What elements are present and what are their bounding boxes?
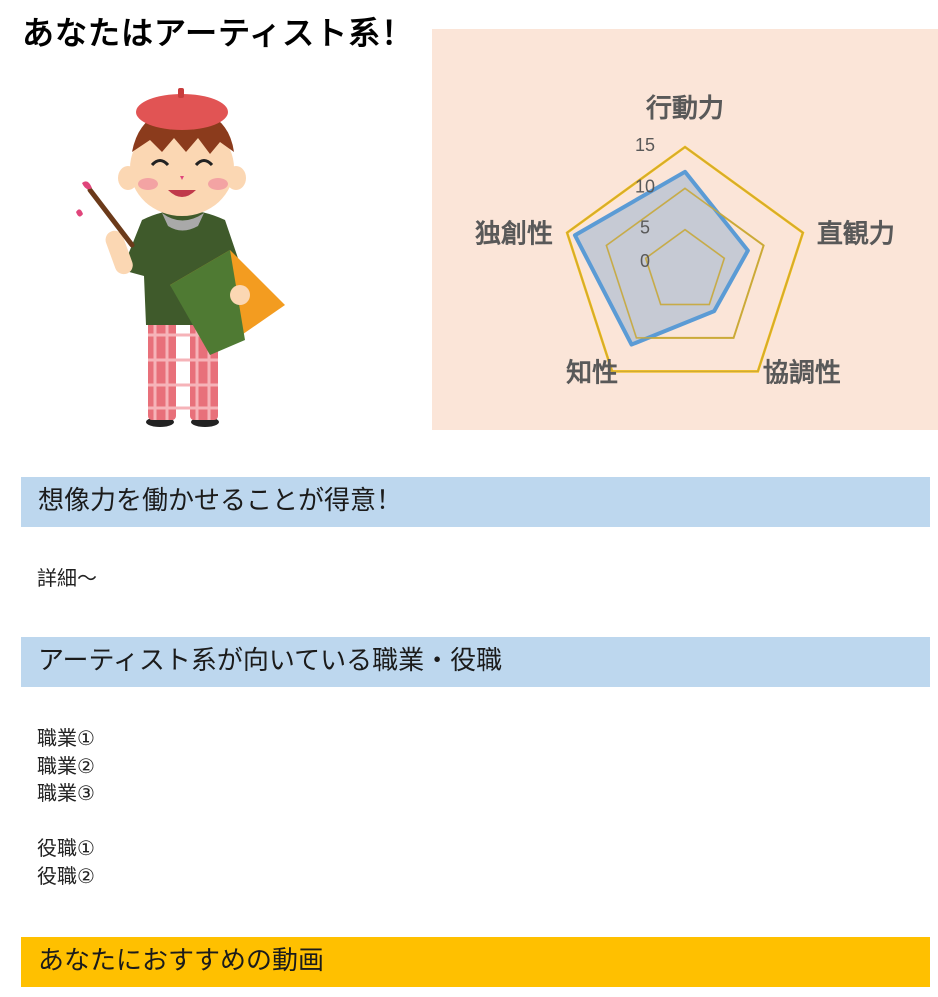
artist-character-icon xyxy=(70,80,300,430)
radar-axis-label: 行動力 xyxy=(645,93,724,124)
radar-axis-label: 知性 xyxy=(566,358,618,388)
radar-tick-label: 5 xyxy=(640,218,650,238)
recommended-videos-header: あなたにおすすめの動画 xyxy=(21,937,930,987)
radar-tick-label: 15 xyxy=(635,135,655,155)
strength-detail: 詳細～ xyxy=(37,565,97,593)
role-item: 役職② xyxy=(37,863,95,888)
strength-detail-line: 詳細～ xyxy=(37,566,97,590)
careers-list: 職業① 職業② 職業③ 役職① 役職② xyxy=(37,725,95,890)
radar-series-area xyxy=(572,169,750,347)
radar-tick-label: 0 xyxy=(640,251,650,271)
career-item: 職業③ xyxy=(37,781,95,805)
radar-axis-label: 協調性 xyxy=(763,357,841,388)
radar-chart: 0 5 10 15 行動力直観力協調性 知性 独創性 xyxy=(432,29,938,430)
role-item: 役職① xyxy=(37,836,95,860)
strength-header: 想像力を働かせることが得意！ xyxy=(21,477,930,527)
career-item: 職業② xyxy=(37,753,95,778)
career-item: 職業① xyxy=(37,726,95,750)
radar-axis-label: 独創性 xyxy=(475,220,553,250)
radar-axis-label: 直観力 xyxy=(817,219,895,250)
radar-tick-label: 10 xyxy=(635,176,655,196)
result-title: あなたはアーティスト系！ xyxy=(22,14,415,52)
radar-chart-svg: 0 5 10 15 行動力直観力協調性 知性 独創性 xyxy=(475,93,895,388)
careers-header: アーティスト系が向いている職業・役職 xyxy=(21,637,930,687)
